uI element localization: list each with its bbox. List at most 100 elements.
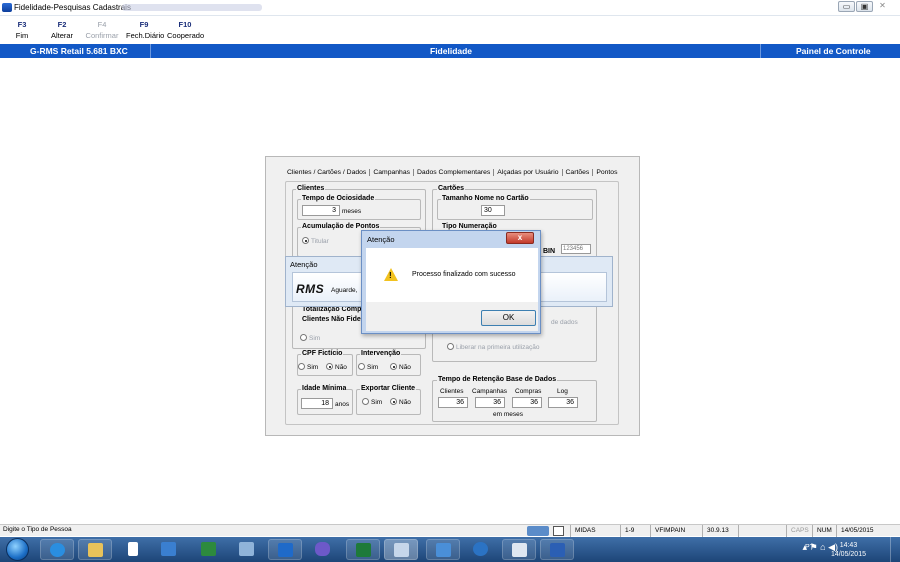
radio-icon bbox=[390, 398, 397, 405]
ociosidade-input[interactable]: 3 bbox=[302, 205, 340, 216]
tamanho-input[interactable]: 30 bbox=[481, 205, 505, 216]
taskbar-excel-button[interactable] bbox=[346, 539, 380, 560]
fkey-label: Alterar bbox=[50, 31, 74, 40]
ret-col-compras: Compras bbox=[515, 388, 542, 395]
taskbar-outlook-button[interactable] bbox=[268, 539, 302, 560]
page-icon bbox=[553, 526, 564, 536]
radio-icon bbox=[362, 398, 369, 405]
fkey-label: Confirmar bbox=[85, 31, 119, 40]
idade-input[interactable]: 18 bbox=[301, 398, 333, 409]
radio-label: Sim bbox=[307, 364, 319, 371]
radio-icon bbox=[302, 237, 309, 244]
minimize-button[interactable]: ▭ bbox=[838, 1, 855, 12]
fkey-cooperado-button[interactable]: F10 Cooperado bbox=[167, 20, 205, 40]
taskbar-calculator-button[interactable] bbox=[502, 539, 536, 560]
intervencao-sim-radio[interactable]: Sim bbox=[358, 363, 378, 371]
header-control-panel[interactable]: Painel de Controle bbox=[796, 46, 871, 56]
dialog-title: Atenção bbox=[367, 235, 395, 244]
word-icon bbox=[550, 543, 565, 557]
ret-compras-input[interactable]: 36 bbox=[512, 397, 542, 408]
tab-pontos[interactable]: Pontos bbox=[592, 169, 621, 176]
fkey-alterar-button[interactable]: F2 Alterar bbox=[49, 20, 75, 40]
tab-clientes[interactable]: Clientes / Cartões / Dados bbox=[284, 169, 369, 176]
bin-label: BIN bbox=[542, 248, 557, 255]
radio-label: Não bbox=[399, 364, 411, 371]
intervencao-nao-radio[interactable]: Não bbox=[390, 363, 411, 371]
app-icon bbox=[161, 542, 176, 556]
status-cell-date: 14/05/2015 bbox=[836, 525, 900, 537]
ret-log-input[interactable]: 36 bbox=[548, 397, 578, 408]
taskbar-infinity-button[interactable] bbox=[306, 539, 340, 560]
maximize-button[interactable]: ▣ bbox=[856, 1, 873, 12]
header-divider bbox=[150, 44, 151, 58]
show-desktop-button[interactable] bbox=[890, 537, 900, 562]
clock-time: 14:43 bbox=[839, 542, 858, 549]
cpf-nao-radio[interactable]: Não bbox=[326, 363, 347, 371]
window-title: Fidelidade-Pesquisas Cadastrais bbox=[14, 3, 131, 12]
radio-label: Sim bbox=[309, 335, 321, 342]
header-divider bbox=[760, 44, 761, 58]
dialog-message: Processo finalizado com sucesso bbox=[412, 271, 516, 278]
ret-clientes-input[interactable]: 36 bbox=[438, 397, 468, 408]
header-module: Fidelidade bbox=[430, 46, 473, 56]
radio-label: Liberar na primeira utilização bbox=[456, 344, 540, 351]
dialog-close-button[interactable]: x bbox=[506, 232, 534, 244]
status-hint: Digite o Tipo de Pessoa bbox=[3, 526, 72, 533]
clientes-label: Clientes bbox=[296, 185, 326, 192]
intervencao-label: Intervenção bbox=[360, 350, 402, 357]
keyboard-icon bbox=[527, 526, 549, 536]
tab-alcadas[interactable]: Alçadas por Usuário bbox=[493, 169, 562, 176]
bin-input[interactable]: 123456 bbox=[561, 244, 591, 254]
aguarde-title: Atenção bbox=[290, 260, 318, 269]
ie-icon bbox=[50, 543, 65, 557]
radio-icon bbox=[390, 363, 397, 370]
fkey-label: Fech.Diário bbox=[126, 31, 165, 40]
exportar-sim-radio[interactable]: Sim bbox=[362, 398, 382, 406]
atencao-dialog: Atenção x ! Processo finalizado com suce… bbox=[361, 230, 541, 334]
taskbar-media-button[interactable] bbox=[116, 539, 150, 560]
rms-app-icon bbox=[394, 543, 409, 557]
taskbar-word-button[interactable] bbox=[540, 539, 574, 560]
ret-col-clientes: Clientes bbox=[440, 388, 464, 395]
tipo-numeracao-label: Tipo Numeração bbox=[441, 223, 498, 230]
ret-campanhas-input[interactable]: 36 bbox=[475, 397, 505, 408]
tab-campanhas[interactable]: Campanhas bbox=[369, 169, 413, 176]
liberar-radio[interactable]: Liberar na primeira utilização bbox=[447, 343, 539, 351]
taskbar-ie-button[interactable] bbox=[40, 539, 74, 560]
taskbar-explorer-button[interactable] bbox=[78, 539, 112, 560]
cpf-sim-radio[interactable]: Sim bbox=[298, 363, 318, 371]
cpf-label: CPF Fictício bbox=[301, 350, 344, 357]
radio-icon bbox=[298, 363, 305, 370]
fkey-label: Cooperado bbox=[167, 31, 205, 40]
start-button[interactable] bbox=[6, 538, 29, 561]
tab-cartoes[interactable]: Cartões bbox=[561, 169, 593, 176]
taskbar-app-button[interactable] bbox=[152, 539, 186, 560]
aguarde-message: Aguarde, bbox=[331, 287, 358, 294]
ok-button[interactable]: OK bbox=[481, 310, 536, 326]
taskbar-tool-button[interactable] bbox=[230, 539, 264, 560]
tab-dados-complementares[interactable]: Dados Complementares bbox=[413, 169, 494, 176]
taskbar-remote-button[interactable] bbox=[464, 539, 498, 560]
fkey-key: F3 bbox=[17, 20, 27, 29]
outlook-icon bbox=[278, 543, 293, 557]
taskbar: PT ▴ ⚑ ⌂ ◀) 14:43 14/05/2015 bbox=[0, 537, 900, 562]
title-blurred-text bbox=[122, 4, 262, 11]
fkey-fim-button[interactable]: F3 Fim bbox=[12, 20, 32, 40]
remote-icon bbox=[473, 542, 488, 556]
fkey-fech-diario-button[interactable]: F9 Fech.Diário bbox=[126, 20, 165, 40]
taskbar-solitaire-button[interactable] bbox=[192, 539, 226, 560]
excel-icon bbox=[356, 543, 371, 557]
rms-logo: RMS bbox=[296, 282, 325, 296]
status-cell-program: VFIMPAIN bbox=[650, 525, 702, 537]
clock-date: 14/05/2015 bbox=[830, 551, 866, 558]
taskbar-window-button[interactable] bbox=[426, 539, 460, 560]
radio-label: Sim bbox=[371, 399, 383, 406]
ociosidade-unit: meses bbox=[342, 208, 362, 215]
acumulacao-titular-radio[interactable]: Titular bbox=[302, 237, 329, 245]
taskbar-rms-button[interactable] bbox=[384, 539, 418, 560]
exportar-nao-radio[interactable]: Não bbox=[390, 398, 411, 406]
totalizacao-sim-radio[interactable]: Sim bbox=[300, 334, 320, 342]
tray-clock[interactable]: 14:43 14/05/2015 bbox=[831, 541, 866, 559]
fkey-confirmar-button[interactable]: F4 Confirmar bbox=[84, 20, 120, 40]
close-button[interactable]: ✕ bbox=[874, 1, 891, 12]
